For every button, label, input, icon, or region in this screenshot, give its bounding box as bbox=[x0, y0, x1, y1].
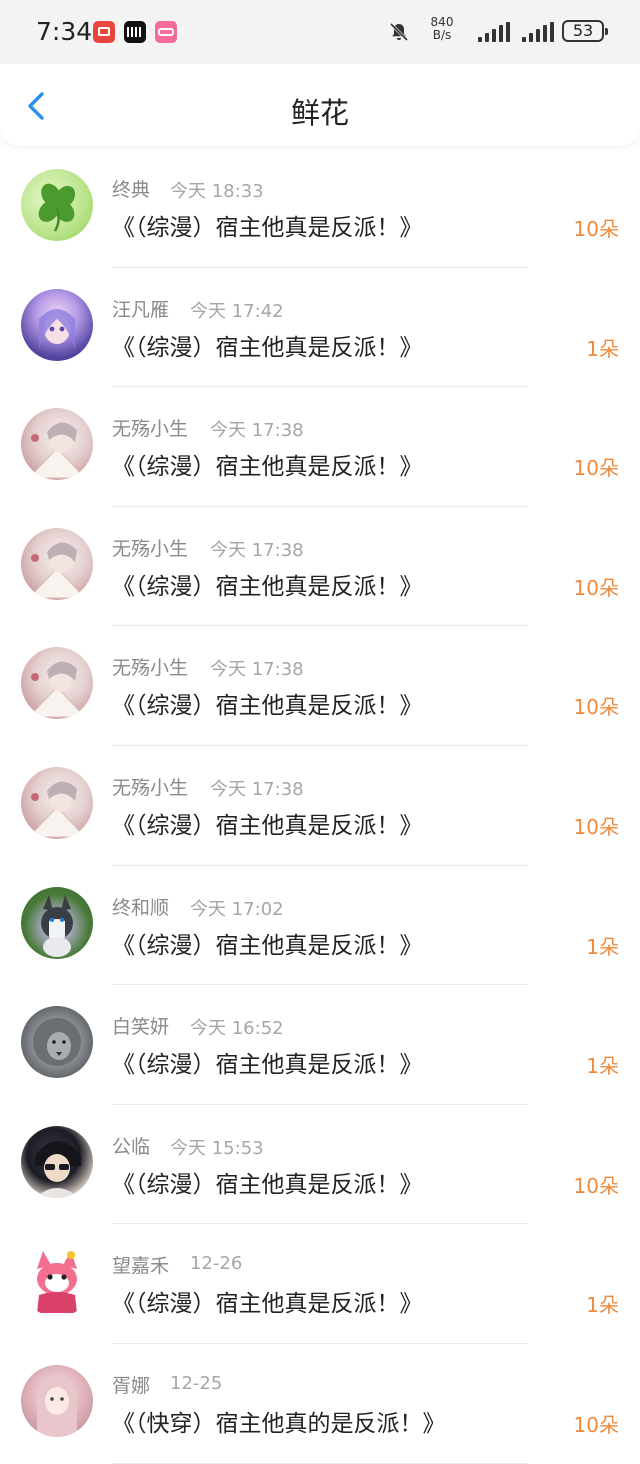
header: 鲜花 bbox=[0, 64, 640, 146]
flower-count: 1朵 bbox=[586, 336, 619, 361]
sender-name: 胥娜 bbox=[112, 1374, 151, 1397]
sender-name: 无殇小生 bbox=[112, 537, 189, 560]
book-title: 《（综漫）宿主他真是反派！》 bbox=[112, 1052, 423, 1079]
barcode-app-icon bbox=[124, 21, 146, 43]
book-title: 《（综漫）宿主他真是反派！》 bbox=[112, 1291, 423, 1318]
status-indicators: 840 B/s 53 bbox=[344, 15, 608, 48]
sent-time: 今天 17:38 bbox=[210, 659, 304, 681]
page-title: 鲜花 bbox=[290, 96, 349, 130]
sent-time: 今天 18:33 bbox=[170, 181, 264, 202]
sent-time: 今天 15:53 bbox=[170, 1137, 264, 1159]
sender-name: 终和顺 bbox=[112, 896, 170, 919]
book-title: 《（综漫）宿主他真是反派！》 bbox=[112, 812, 423, 839]
network-speed: 840 B/s bbox=[430, 15, 454, 42]
sent-time: 今天 17:38 bbox=[210, 539, 304, 561]
list-item[interactable]: 无殇小生 今天 17:38 《（综漫）宿主他真是反派！》 10朵 bbox=[0, 746, 640, 866]
flower-count: 10朵 bbox=[573, 456, 619, 481]
fan-character-avatar bbox=[21, 766, 93, 839]
anime-girl-avatar bbox=[21, 288, 93, 361]
sent-time: 今天 17:42 bbox=[190, 300, 284, 322]
fan-character-avatar bbox=[21, 527, 93, 600]
sent-time: 12-25 bbox=[170, 1372, 223, 1394]
divider bbox=[112, 1462, 528, 1464]
book-title: 《（综漫）宿主他真是反派！》 bbox=[112, 573, 423, 600]
list-item[interactable]: 汪凡雁 今天 17:42 《（综漫）宿主他真是反派！》 1朵 bbox=[0, 268, 640, 388]
sender-name: 望嘉禾 bbox=[112, 1255, 170, 1278]
sent-time: 今天 17:02 bbox=[190, 898, 284, 920]
sent-time: 12-26 bbox=[190, 1253, 243, 1275]
flower-count: 10朵 bbox=[573, 575, 619, 600]
flower-count: 10朵 bbox=[573, 1412, 619, 1437]
sender-name: 终典 bbox=[112, 179, 151, 201]
sender-name: 白笑妍 bbox=[112, 1016, 170, 1039]
list-item[interactable]: 无殇小生 今天 17:38 《（综漫）宿主他真是反派！》 10朵 bbox=[0, 507, 640, 627]
book-title: 《（综漫）宿主他真是反派！》 bbox=[112, 334, 423, 361]
book-title: 《（综漫）宿主他真是反派！》 bbox=[112, 454, 423, 481]
cartoon-fox-avatar bbox=[21, 1245, 93, 1318]
list-item[interactable]: 终典 今天 18:33 《（综漫）宿主他真是反派！》 10朵 bbox=[0, 148, 640, 268]
flower-count: 1朵 bbox=[586, 934, 619, 959]
flower-list: 终典 今天 18:33 《（综漫）宿主他真是反派！》 10朵 汪凡雁 今天 17… bbox=[0, 148, 640, 1464]
signal-icon bbox=[520, 22, 554, 42]
fan-character-avatar bbox=[21, 647, 93, 720]
sender-name: 无殇小生 bbox=[112, 418, 189, 441]
flower-count: 10朵 bbox=[573, 1173, 619, 1198]
list-item[interactable]: 无殇小生 今天 17:38 《（综漫）宿主他真是反派！》 10朵 bbox=[0, 626, 640, 746]
signal-icon bbox=[476, 22, 510, 42]
bell-muted-icon bbox=[389, 22, 409, 42]
sent-time: 今天 17:38 bbox=[210, 420, 304, 442]
status-time: 7:34 bbox=[36, 17, 93, 46]
news-app-icon bbox=[93, 21, 115, 43]
book-title: 《（快穿）宿主他真的是反派！》 bbox=[112, 1410, 446, 1437]
flower-count: 10朵 bbox=[573, 217, 619, 241]
flower-count: 10朵 bbox=[573, 695, 619, 720]
sender-name: 无殇小生 bbox=[112, 657, 189, 680]
lion-avatar bbox=[21, 1006, 93, 1079]
clover-avatar bbox=[21, 169, 93, 241]
list-item[interactable]: 望嘉禾 12-26 《（综漫）宿主他真是反派！》 1朵 bbox=[0, 1224, 640, 1344]
book-title: 《（综漫）宿主他真是反派！》 bbox=[112, 693, 423, 720]
husky-avatar bbox=[21, 886, 93, 959]
sender-name: 汪凡雁 bbox=[112, 298, 170, 321]
fan-character-avatar bbox=[21, 408, 93, 481]
flower-count: 1朵 bbox=[586, 1054, 619, 1079]
flower-count: 1朵 bbox=[586, 1293, 619, 1318]
bilibili-app-icon bbox=[155, 21, 177, 43]
sender-name: 无殇小生 bbox=[112, 776, 189, 799]
battery-icon: 53 bbox=[562, 20, 608, 42]
book-title: 《（综漫）宿主他真是反派！》 bbox=[112, 932, 423, 959]
list-item[interactable]: 无殇小生 今天 17:38 《（综漫）宿主他真是反派！》 10朵 bbox=[0, 387, 640, 507]
book-title: 《（综漫）宿主他真是反派！》 bbox=[112, 215, 423, 241]
list-item[interactable]: 终和顺 今天 17:02 《（综漫）宿主他真是反派！》 1朵 bbox=[0, 866, 640, 986]
status-bar: 7:34 840 B/s 53 bbox=[0, 0, 640, 64]
book-title: 《（综漫）宿主他真是反派！》 bbox=[112, 1171, 423, 1198]
flower-count: 10朵 bbox=[573, 814, 619, 839]
list-item[interactable]: 胥娜 12-25 《（快穿）宿主他真的是反派！》 10朵 bbox=[0, 1344, 640, 1464]
list-item[interactable]: 公临 今天 15:53 《（综漫）宿主他真是反派！》 10朵 bbox=[0, 1105, 640, 1225]
girl-avatar bbox=[21, 1364, 93, 1437]
list-item[interactable]: 白笑妍 今天 16:52 《（综漫）宿主他真是反派！》 1朵 bbox=[0, 985, 640, 1105]
sender-name: 公临 bbox=[112, 1135, 151, 1158]
sunglasses-guy-avatar bbox=[21, 1125, 93, 1198]
sent-time: 今天 16:52 bbox=[190, 1018, 284, 1040]
sent-time: 今天 17:38 bbox=[210, 778, 304, 800]
